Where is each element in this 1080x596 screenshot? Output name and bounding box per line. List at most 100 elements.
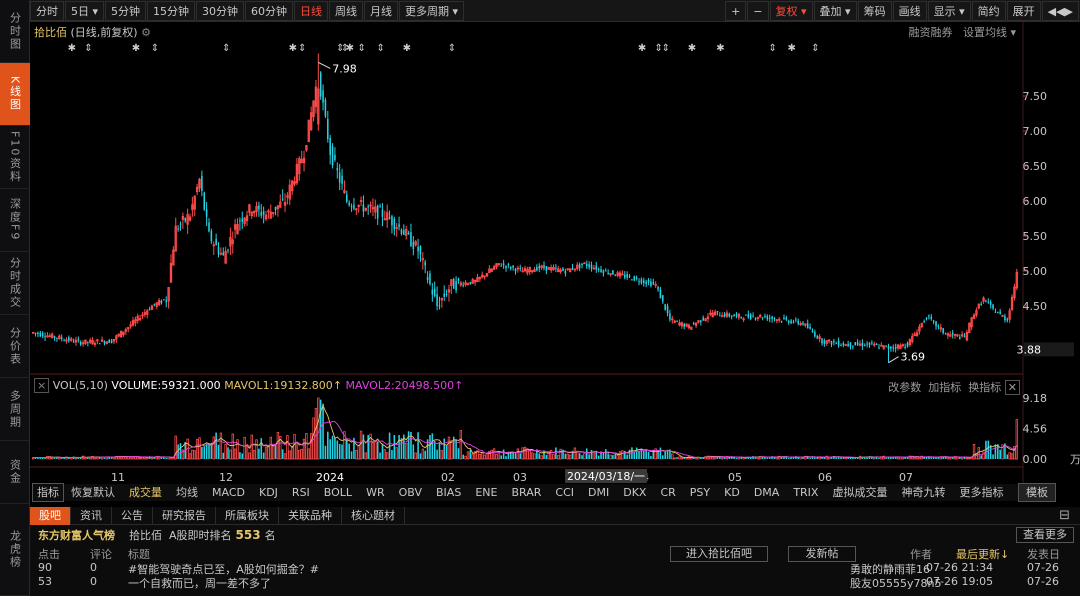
enter-bar-button[interactable]: 进入拾比佰吧 xyxy=(670,546,768,562)
candle-body xyxy=(951,332,954,335)
period-button-7[interactable]: 周线 xyxy=(329,0,364,21)
bottom-tab-3[interactable]: 研究报告 xyxy=(153,506,216,525)
candle-body xyxy=(833,340,835,343)
indicator-tab-13[interactable]: CCI xyxy=(548,484,581,501)
post-title[interactable]: 一个自救而已，周一差不多了 xyxy=(128,575,271,591)
period-button-9[interactable]: 更多周期 ▾ xyxy=(399,0,465,21)
volume-bar xyxy=(495,454,498,460)
period-button-8[interactable]: 月线 xyxy=(364,0,399,21)
column-header-5[interactable]: 发表日 xyxy=(1027,546,1060,562)
tool-button-6[interactable]: 显示 ▾ xyxy=(927,1,971,21)
post-row[interactable]: 53 0 一个自救而已，周一差不多了 股友05555y78n5 07-26 19:05 0… xyxy=(30,575,1080,591)
indicator-tab-16[interactable]: CR xyxy=(653,484,682,501)
volume-unit-label: 万 xyxy=(1070,453,1080,466)
vol-value: VOLUME:59321.000 xyxy=(111,379,221,392)
bottom-tab-1[interactable]: 资讯 xyxy=(71,506,112,525)
bottom-tab-4[interactable]: 所属板块 xyxy=(216,506,279,525)
tool-button-8[interactable]: 展开 xyxy=(1006,1,1041,21)
column-header-0[interactable]: 点击 xyxy=(38,546,60,562)
indicator-tab-1[interactable]: 恢复默认 xyxy=(64,484,122,501)
sidebar-item-0[interactable]: 分时图 xyxy=(0,0,30,63)
post-row[interactable]: 90 0 #智能驾驶奇点已至，A股如何掘金？# 勇敢的静雨菲16 07-26 21:34… xyxy=(30,561,1080,576)
period-button-3[interactable]: 15分钟 xyxy=(147,0,196,21)
sidebar-item-4[interactable]: 分时成交 xyxy=(0,252,30,315)
candle-body xyxy=(885,345,887,347)
volume-tick-label: 9.18 xyxy=(1023,392,1048,405)
candle-body xyxy=(350,206,353,208)
tool-button-7[interactable]: 简约 xyxy=(971,1,1006,21)
volume-bar xyxy=(959,457,961,459)
add-indicator-link[interactable]: 加指标 xyxy=(928,381,961,394)
sidebar-item-6[interactable]: 多周期 xyxy=(0,378,30,441)
period-button-1[interactable]: 5日 ▾ xyxy=(65,0,105,21)
bottom-tab-2[interactable]: 公告 xyxy=(112,506,153,525)
tool-button-5[interactable]: 画线 xyxy=(892,1,927,21)
volume-bar xyxy=(564,453,567,459)
new-post-button[interactable]: 发新帖 xyxy=(788,546,856,562)
column-header-1[interactable]: 评论 xyxy=(90,546,112,562)
indicator-tab-14[interactable]: DMI xyxy=(581,484,616,501)
column-header-4[interactable]: 最后更新↓ xyxy=(956,546,1009,562)
indicator-tab-8[interactable]: WR xyxy=(359,484,392,501)
indicator-tab-3[interactable]: 均线 xyxy=(169,484,205,501)
candle-body xyxy=(631,279,633,281)
volume-bar xyxy=(447,436,451,460)
edit-param-link[interactable]: 改参数 xyxy=(888,381,921,394)
sidebar-item-1[interactable]: K线图 xyxy=(0,63,30,126)
indicator-tab-18[interactable]: KD xyxy=(717,484,747,501)
candle-body xyxy=(53,336,56,338)
indicator-tab-15[interactable]: DKX xyxy=(616,484,653,501)
indicator-tab-19[interactable]: DMA xyxy=(747,484,787,501)
indicator-tab-17[interactable]: PSY xyxy=(683,484,717,501)
sidebar-item-8[interactable]: 龙虎榜 xyxy=(0,504,30,596)
bottom-tab-6[interactable]: 核心题材 xyxy=(342,506,405,525)
switch-indicator-link[interactable]: 换指标 xyxy=(968,381,1001,394)
indicator-tab-10[interactable]: BIAS xyxy=(429,484,468,501)
volume-toggle-icon[interactable]: × xyxy=(34,378,50,393)
close-icon[interactable]: ✕ xyxy=(1004,380,1020,395)
tool-button-4[interactable]: 筹码 xyxy=(857,1,892,21)
nav-arrows-icon[interactable]: ◀◀▶ xyxy=(1041,1,1079,21)
indicator-tab-12[interactable]: BRAR xyxy=(504,484,548,501)
tool-button-3[interactable]: 叠加 ▾ xyxy=(813,1,857,21)
period-button-5[interactable]: 60分钟 xyxy=(245,0,294,21)
tool-button-1[interactable]: − xyxy=(747,1,769,21)
indicator-tab-2[interactable]: 成交量 xyxy=(122,484,169,501)
indicator-tab-0[interactable]: 指标 xyxy=(32,483,64,502)
candle-body xyxy=(208,222,210,232)
bottom-tab-5[interactable]: 关联品种 xyxy=(279,506,342,525)
volume-bar xyxy=(543,450,545,459)
period-button-0[interactable]: 分时 xyxy=(30,0,64,21)
indicator-tab-6[interactable]: RSI xyxy=(285,484,317,501)
indicator-tab-23[interactable]: 更多指标 xyxy=(952,484,1010,501)
column-header-2[interactable]: 标题 xyxy=(128,546,150,562)
candle-body xyxy=(505,265,507,269)
indicator-tab-11[interactable]: ENE xyxy=(468,484,504,501)
indicator-tab-4[interactable]: MACD xyxy=(205,484,252,501)
indicator-tab-9[interactable]: OBV xyxy=(392,484,429,501)
indicator-tab-7[interactable]: BOLL xyxy=(317,484,359,501)
indicator-tab-20[interactable]: TRIX xyxy=(786,484,825,501)
sidebar-item-2[interactable]: F10资料 xyxy=(0,126,30,189)
tool-button-0[interactable]: + xyxy=(725,1,747,21)
sidebar-item-5[interactable]: 分价表 xyxy=(0,315,30,378)
indicator-tab-5[interactable]: KDJ xyxy=(252,484,285,501)
volume-bar xyxy=(721,457,724,460)
view-more-button[interactable]: 查看更多 xyxy=(1016,527,1074,543)
candle-body xyxy=(659,289,662,299)
kline-chart[interactable]: 7.507.006.506.005.505.004.503.887.983.69… xyxy=(30,22,1080,484)
indicator-tab-21[interactable]: 虚拟成交量 xyxy=(825,484,894,501)
column-header-3[interactable]: 作者 xyxy=(910,546,932,562)
period-button-6[interactable]: 日线 xyxy=(294,0,329,21)
sidebar-item-7[interactable]: 资金 xyxy=(0,441,30,504)
period-button-4[interactable]: 30分钟 xyxy=(196,0,245,21)
collapse-icon[interactable]: ⊟ xyxy=(1059,508,1070,523)
candle-body xyxy=(445,293,448,296)
indicator-tab-22[interactable]: 神奇九转 xyxy=(894,484,952,501)
tool-button-2[interactable]: 复权 ▾ xyxy=(769,1,813,21)
template-button[interactable]: 模板 xyxy=(1018,483,1056,502)
bottom-tab-0[interactable]: 股吧 xyxy=(30,506,71,525)
sidebar-item-3[interactable]: 深度F9 xyxy=(0,189,30,252)
period-button-2[interactable]: 5分钟 xyxy=(105,0,147,21)
candle-body xyxy=(403,230,405,235)
